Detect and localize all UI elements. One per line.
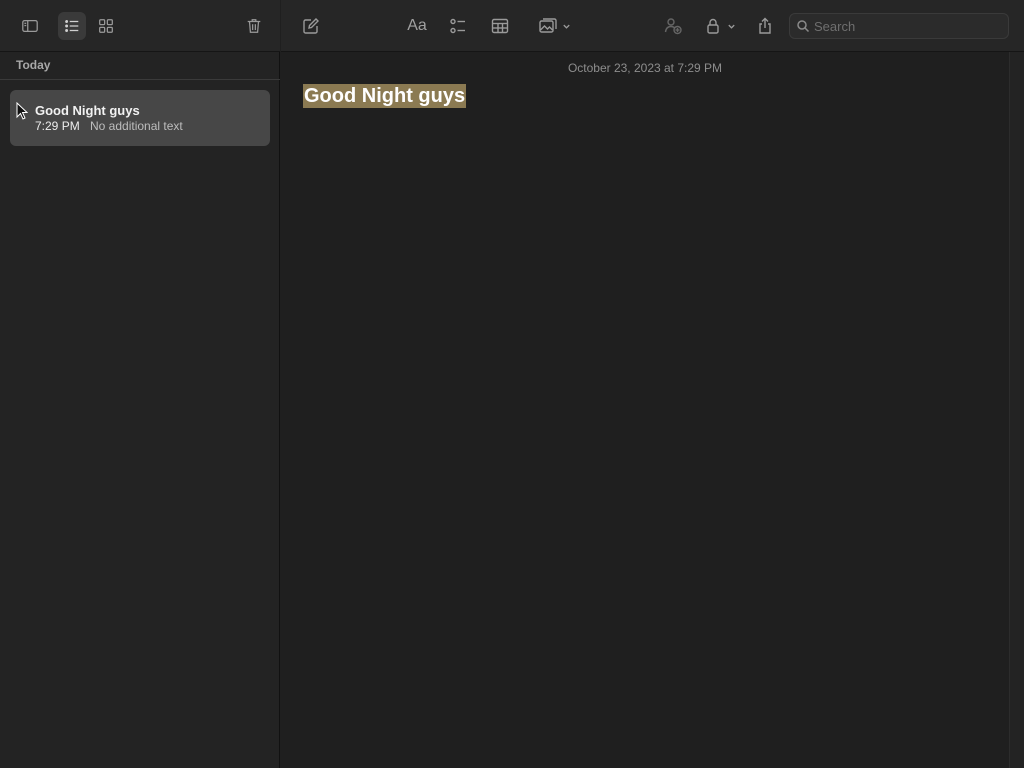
trash-icon [247,19,261,33]
collaborate-button[interactable] [659,12,687,40]
sidebar-toolbar [0,0,280,52]
note-time: 7:29 PM [35,119,80,133]
editor-toolbar: Aa [281,0,1024,52]
section-divider [0,79,280,80]
search-input[interactable] [814,17,994,35]
notes-sidebar: Today Good Night guys 7:29 PM No additio… [0,0,280,768]
note-editor: Aa Search October 23, 2023 at 7:29 PM Go… [281,0,1024,768]
search-field[interactable] [789,13,1009,39]
sidebar-toggle-icon [22,19,38,33]
note-date: October 23, 2023 at 7:29 PM [567,61,723,75]
chevron-down-icon [562,24,570,29]
list-view-icon [65,20,79,32]
lock-button[interactable] [701,12,737,40]
checklist-icon [450,18,465,34]
mouse-cursor-icon [16,102,28,120]
section-header-today: Today [16,58,51,72]
table-icon [491,18,509,34]
notes-app: Today Good Night guys 7:29 PM No additio… [0,0,1024,768]
gallery-view-button[interactable] [92,12,120,40]
gallery-view-icon [99,19,113,33]
note-list-item[interactable]: Good Night guys 7:29 PM No additional te… [10,90,270,146]
checklist-button[interactable] [444,12,472,40]
share-icon [759,17,771,34]
list-view-button[interactable] [58,12,86,40]
note-title: Good Night guys [35,103,140,118]
editor-scrollbar[interactable] [1009,52,1024,768]
delete-button[interactable] [240,12,268,40]
table-button[interactable] [486,12,514,40]
search-icon [797,20,810,33]
compose-button[interactable] [297,12,325,40]
media-icon [538,18,557,33]
collaborate-icon [664,18,682,35]
text-format-button[interactable]: Aa [403,12,431,40]
lock-icon [706,18,719,34]
chevron-down-icon [727,24,735,29]
text-format-icon: Aa [407,17,427,34]
note-body-heading[interactable]: Good Night guys [303,84,467,108]
compose-icon [303,18,319,34]
sidebar-toggle-button[interactable] [16,12,44,40]
share-button[interactable] [751,12,779,40]
note-preview: No additional text [90,119,183,133]
media-button[interactable] [533,12,575,40]
